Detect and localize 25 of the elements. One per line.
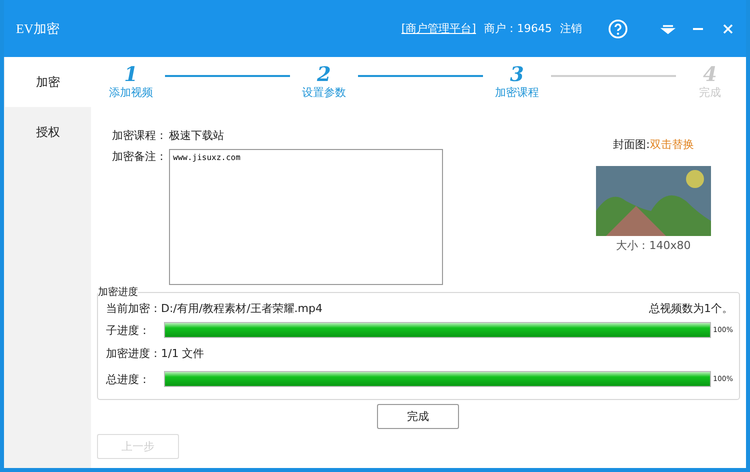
cover-image-placeholder[interactable]	[596, 166, 711, 236]
file-progress-text: 加密进度：1/1 文件	[106, 346, 206, 361]
field-label: 加密课程：	[111, 128, 167, 143]
button[interactable]: 完成	[377, 404, 459, 429]
step-number: 1	[124, 63, 138, 85]
sidebar-tab[interactable]: 授权	[5, 107, 91, 157]
course-name: 极速下载站	[169, 128, 224, 143]
help-icon[interactable]	[608, 18, 628, 38]
total-videos-text: 总视频数为1个。	[649, 301, 733, 316]
step-label: 添加视频	[109, 85, 153, 100]
field-label: 加密备注：	[111, 149, 167, 165]
group-title: 加密进度	[98, 285, 138, 299]
cover-label: 封面图:双击替换	[613, 137, 694, 152]
cover-size-text: 大小：140x80	[616, 238, 691, 253]
merchant-id: 商户：19645	[484, 21, 552, 36]
window-title: EV加密	[16, 20, 60, 38]
step-label: 加密课程	[495, 85, 539, 100]
step-number: 3	[510, 63, 524, 85]
step-label: 设置参数	[302, 85, 346, 100]
note-field[interactable]: www.jisuxz.com	[169, 149, 443, 285]
progress-label: 总进度：	[106, 372, 151, 386]
step-number: 2	[317, 63, 331, 85]
current-file-text: 当前加密：D:/有用/教程素材/王者荣耀.mp4	[106, 301, 322, 316]
sidebar-tab[interactable]: 加密	[5, 57, 91, 107]
progress-label: 子进度：	[106, 322, 151, 338]
